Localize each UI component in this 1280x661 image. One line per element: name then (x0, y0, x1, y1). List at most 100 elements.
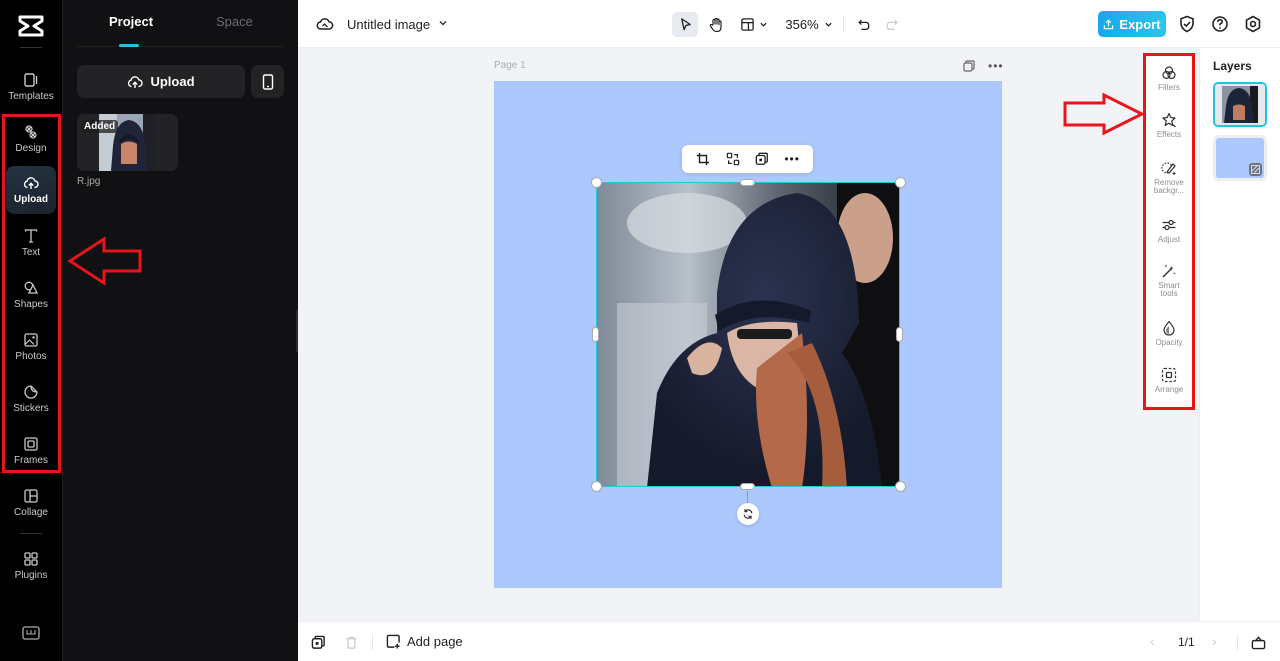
duplicate-button[interactable] (754, 151, 770, 167)
design-page[interactable]: ••• (494, 81, 1002, 588)
upload-from-phone-button[interactable] (251, 65, 284, 98)
tab-space[interactable]: Space (216, 14, 253, 29)
rail-item-label: Text (21, 247, 41, 258)
rail-item-label: Design (15, 143, 47, 154)
bottom-divider (372, 635, 373, 650)
rail-item-plugins[interactable]: Plugins (6, 543, 56, 589)
document-title[interactable]: Untitled image (347, 17, 430, 32)
page-more-options-icon[interactable]: ••• (988, 59, 1004, 73)
rail-item-label: Frames (14, 455, 48, 466)
undo-button[interactable] (854, 12, 874, 37)
duplicate-page-icon[interactable] (311, 635, 326, 650)
opacity-icon (1163, 320, 1175, 336)
app-window: Templates Design Upload Text Shapes Phot… (0, 0, 1280, 661)
rail-item-collage[interactable]: Collage (6, 480, 56, 526)
delete-page-icon[interactable] (344, 635, 359, 650)
layers-title: Layers (1213, 59, 1252, 73)
more-options-button[interactable]: ••• (784, 151, 800, 167)
rail-item-photos[interactable]: Photos (6, 324, 56, 370)
rail-divider (20, 47, 42, 48)
resize-handle-bottom-left[interactable] (591, 481, 602, 492)
resize-handle-left[interactable] (592, 327, 599, 342)
rail-item-shapes[interactable]: Shapes (6, 272, 56, 318)
upload-cloud-icon (128, 75, 144, 88)
rail-item-label: Stickers (13, 403, 49, 414)
page-label: Page 1 (494, 60, 526, 71)
phone-icon (262, 73, 273, 90)
rail-item-label: Plugins (14, 570, 48, 581)
effects-icon (1162, 112, 1176, 128)
rail-item-stickers[interactable]: Stickers (6, 376, 56, 422)
hand-tool-button[interactable] (703, 12, 729, 37)
next-page-button[interactable]: › (1212, 633, 1217, 649)
shield-check-icon[interactable] (1178, 15, 1196, 33)
redo-button[interactable] (882, 12, 902, 37)
selected-image[interactable] (596, 182, 900, 487)
adjust-icon (1162, 219, 1176, 231)
layer-background[interactable] (1213, 135, 1267, 181)
resize-handle-right[interactable] (896, 327, 903, 342)
page-manager-icon[interactable] (1251, 635, 1266, 650)
zoom-level-dropdown[interactable]: 356% (782, 12, 836, 37)
rail-item-text[interactable]: Text (6, 220, 56, 266)
resize-handle-bottom[interactable] (740, 483, 755, 490)
remove-background-button[interactable]: Remove backgr... (1146, 160, 1192, 195)
image-tools-strip: Filters Effects Remove backgr... Adjust … (1146, 55, 1192, 407)
arrange-button[interactable]: Arrange (1146, 367, 1192, 394)
tab-project[interactable]: Project (109, 14, 153, 29)
layer-image[interactable] (1213, 82, 1267, 127)
toolbar-divider (843, 17, 844, 31)
tool-label: Smart tools (1158, 281, 1180, 298)
tool-label: Opacity (1155, 338, 1183, 347)
design-icon (25, 125, 37, 139)
previous-page-button[interactable]: ‹ (1150, 633, 1155, 649)
upload-button[interactable]: Upload (77, 65, 245, 98)
settings-gear-icon[interactable] (1244, 15, 1262, 33)
resize-handle-bottom-right[interactable] (895, 481, 906, 492)
collage-icon (24, 489, 38, 503)
bottom-divider (1237, 635, 1238, 650)
layout-icon (741, 18, 754, 31)
redo-icon (886, 19, 898, 30)
rail-item-design[interactable]: Design (6, 116, 56, 162)
rotate-handle[interactable] (737, 503, 759, 525)
replace-button[interactable] (725, 151, 741, 167)
upload-cloud-icon (23, 177, 39, 189)
zoom-level: 356% (785, 17, 819, 32)
cloud-save-icon[interactable] (316, 16, 334, 32)
resize-handle-top[interactable] (740, 179, 755, 186)
tool-label: Remove backgr... (1153, 178, 1185, 195)
keyboard-shortcuts-icon[interactable] (22, 626, 40, 640)
rail-item-frames[interactable]: Frames (6, 428, 56, 474)
asset-thumbnail[interactable]: Added (77, 114, 178, 171)
nav-rail: Templates Design Upload Text Shapes Phot… (0, 0, 63, 661)
crop-icon (696, 152, 709, 166)
duplicate-page-icon[interactable] (963, 60, 975, 72)
plugins-icon (24, 552, 38, 566)
help-icon[interactable] (1211, 15, 1229, 33)
layer-image-thumbnail (1215, 84, 1265, 125)
chevron-down-icon[interactable] (438, 18, 448, 28)
image-floating-toolbar: ••• (682, 145, 813, 173)
page-counter: 1/1 (1178, 635, 1195, 649)
smart-tools-button[interactable]: Smart tools (1146, 263, 1192, 298)
effects-button[interactable]: Effects (1146, 112, 1192, 139)
adjust-button[interactable]: Adjust (1146, 217, 1192, 244)
resize-handle-top-right[interactable] (895, 177, 906, 188)
rail-item-templates[interactable]: Templates (6, 64, 56, 110)
export-button[interactable]: Export (1098, 11, 1166, 37)
select-tool-button[interactable] (672, 12, 698, 37)
add-page-button[interactable]: Add page (386, 634, 463, 649)
background-color-swatch (1216, 138, 1264, 178)
rail-item-label: Upload (14, 194, 48, 205)
added-badge: Added (81, 120, 119, 133)
opacity-button[interactable]: Opacity (1146, 320, 1192, 347)
crop-button[interactable] (695, 151, 711, 167)
filters-button[interactable]: Filters (1146, 65, 1192, 92)
layout-menu-button[interactable] (736, 12, 772, 37)
pointer-icon (680, 18, 691, 31)
resize-handle-top-left[interactable] (591, 177, 602, 188)
rail-item-upload[interactable]: Upload (6, 166, 56, 214)
rotate-icon (743, 509, 753, 519)
capcut-logo-icon[interactable] (16, 14, 46, 38)
